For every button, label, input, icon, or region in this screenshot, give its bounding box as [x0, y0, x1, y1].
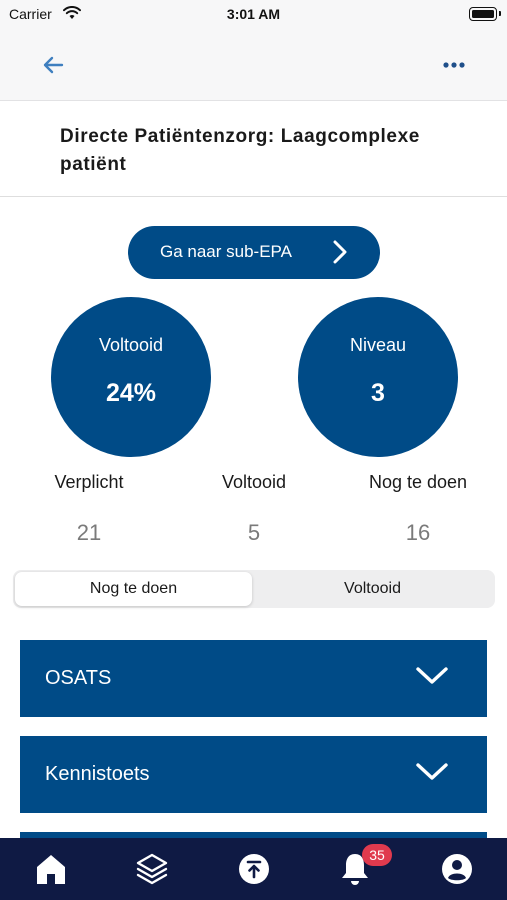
chevron-right-icon	[332, 239, 348, 270]
profile-icon	[441, 854, 472, 884]
title-section: Directe Patiëntenzorg: Laagcomplexe pati…	[0, 101, 507, 197]
tab-layers[interactable]	[101, 838, 202, 900]
circle-value: 3	[371, 379, 385, 407]
app-screen: Carrier 3:01 AM Directe Patiëntenzorg: L…	[0, 0, 507, 900]
back-button[interactable]	[36, 48, 70, 82]
accordion-osats[interactable]: OSATS	[20, 640, 487, 717]
circle-label: Voltooid	[98, 335, 164, 355]
home-icon	[36, 855, 65, 884]
segment-todo[interactable]: Nog te doen	[15, 572, 252, 606]
circle-value: 24%	[105, 379, 157, 407]
accordion-kennistoets[interactable]: Kennistoets	[20, 736, 487, 813]
navigation-bar	[0, 30, 507, 101]
stat-label-todo: Nog te doen	[368, 472, 468, 492]
ellipsis-icon	[443, 62, 465, 68]
segment-completed[interactable]: Voltooid	[254, 572, 491, 606]
level-circle: Niveau 3	[298, 297, 458, 457]
notification-badge: 35	[362, 844, 392, 866]
stat-label-required: Verplicht	[54, 472, 124, 492]
tab-profile[interactable]	[406, 838, 507, 900]
tab-notifications[interactable]: 35	[304, 838, 405, 900]
chevron-down-icon	[415, 666, 449, 691]
tab-home[interactable]	[0, 838, 101, 900]
layers-icon	[136, 853, 167, 885]
go-to-sub-epa-button[interactable]: Ga naar sub-EPA	[128, 226, 380, 279]
completed-percentage-circle: Voltooid 24%	[51, 297, 211, 457]
more-options-button[interactable]	[437, 48, 471, 82]
clock: 3:01 AM	[226, 6, 281, 22]
battery-icon	[469, 7, 501, 21]
stat-value-required: 21	[76, 520, 102, 545]
stat-label-completed: Voltooid	[221, 472, 287, 492]
arrow-left-icon	[43, 56, 64, 74]
sub-epa-button-label: Ga naar sub-EPA	[160, 242, 292, 261]
accordion-label: Kennistoets	[45, 763, 150, 785]
tab-bar: 35	[0, 838, 507, 900]
segmented-control: Nog te doen Voltooid	[13, 570, 495, 608]
accordion-label: OSATS	[45, 667, 112, 689]
page-title: Directe Patiëntenzorg: Laagcomplexe pati…	[60, 126, 420, 175]
stat-value-todo: 16	[405, 520, 431, 545]
stat-value-completed: 5	[247, 520, 261, 545]
circle-label: Niveau	[349, 335, 407, 355]
chevron-down-icon	[415, 762, 449, 787]
upload-icon	[238, 854, 269, 884]
tab-upload[interactable]	[203, 838, 304, 900]
status-bar: Carrier 3:01 AM	[0, 0, 507, 30]
